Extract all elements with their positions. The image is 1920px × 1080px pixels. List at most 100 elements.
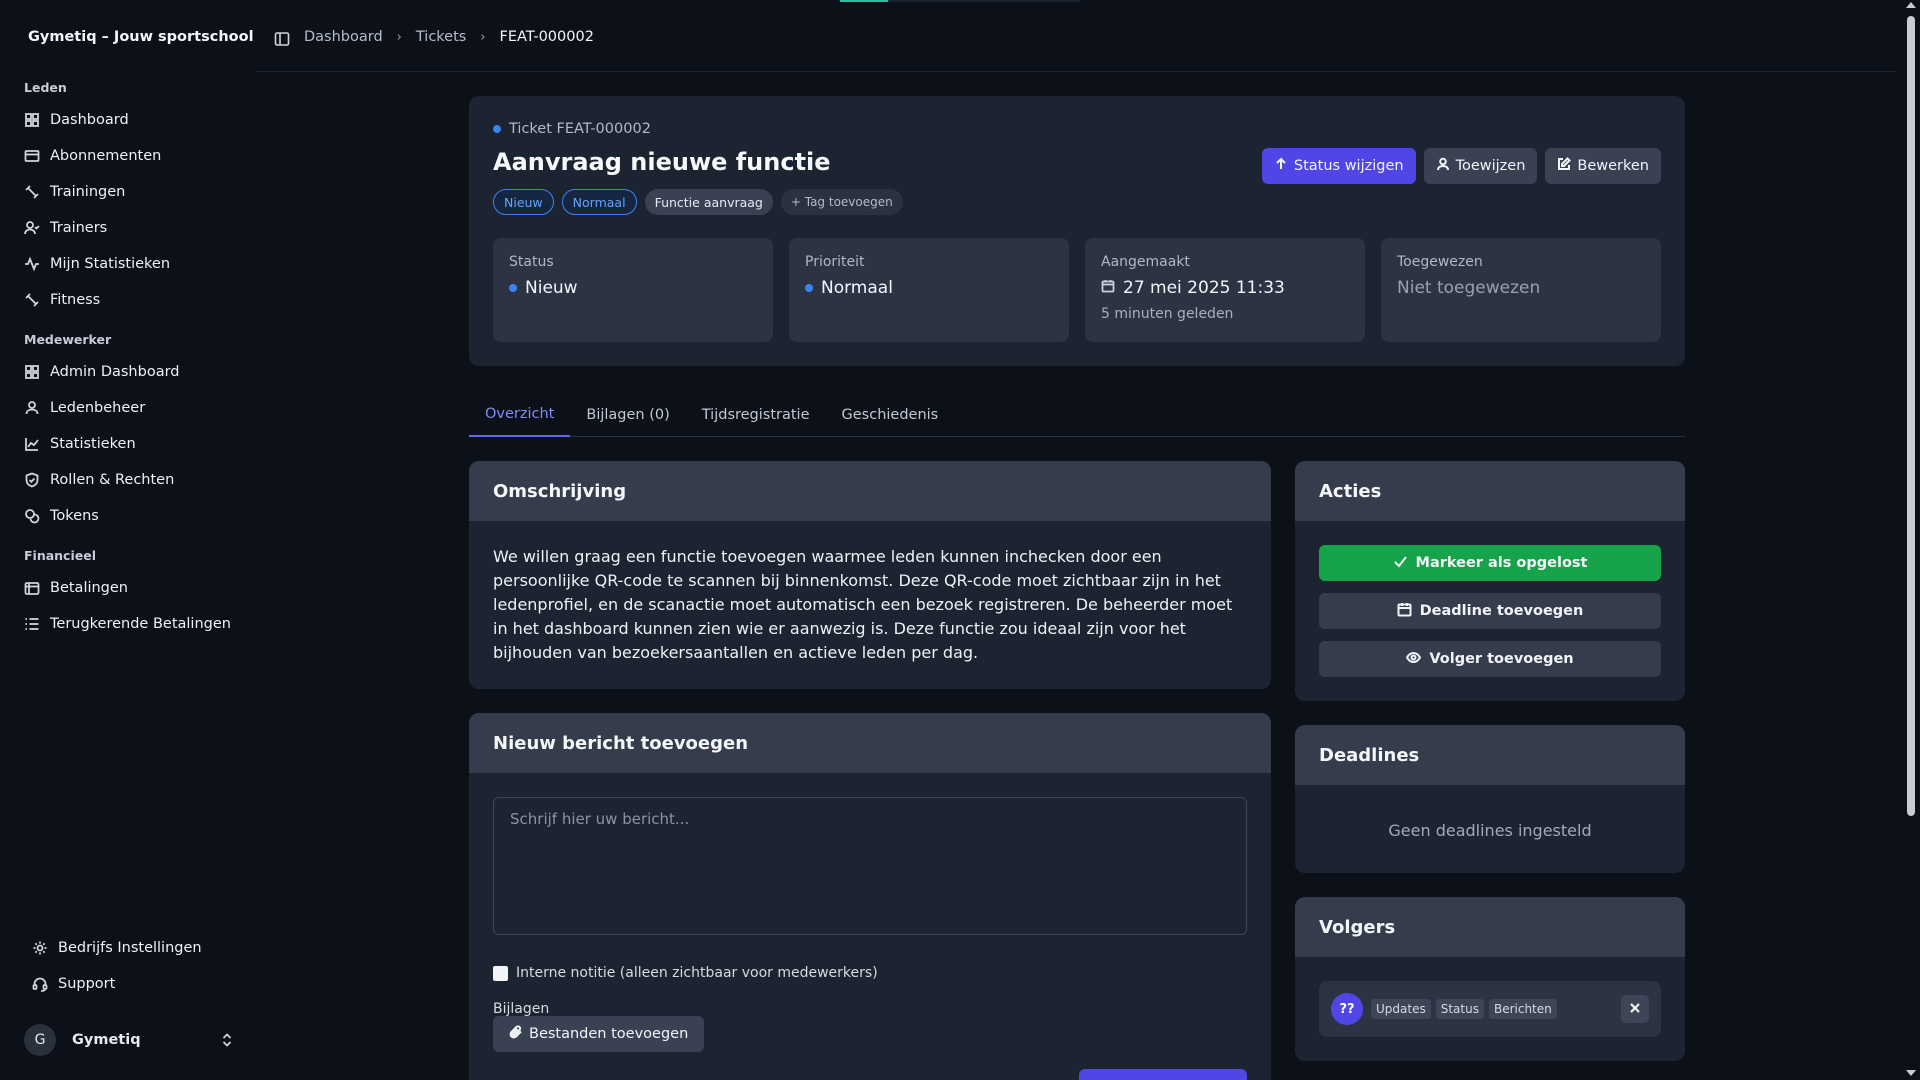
info-assigned: Toegewezen Niet toegewezen [1381, 238, 1661, 342]
add-files-button[interactable]: Bestanden toevoegen [493, 1016, 705, 1052]
description-title: Omschrijving [469, 461, 1271, 521]
chevron-right-icon: › [396, 29, 402, 45]
headset-icon [32, 976, 48, 992]
breadcrumb-tickets[interactable]: Tickets [416, 29, 466, 45]
avatar: G [24, 1024, 56, 1056]
tab-tijdsregistratie[interactable]: Tijdsregistratie [686, 392, 826, 437]
sidebar-item-label: Dashboard [50, 112, 129, 128]
user-icon [1436, 157, 1450, 175]
ticket-info-grid: Status Nieuw Prioriteit Normaal Aangemaa… [493, 238, 1661, 342]
calendar-icon [1101, 278, 1115, 298]
sidebar-item-label: Rollen & Rechten [50, 472, 175, 488]
breadcrumb: Dashboard › Tickets › FEAT-000002 [304, 29, 594, 45]
info-assigned-label: Toegewezen [1397, 254, 1483, 270]
info-status: Status Nieuw [493, 238, 773, 342]
sidebar-item-dashboard[interactable]: Dashboard [24, 107, 129, 133]
follower-item: ?? Updates Status Berichten [1319, 981, 1661, 1037]
sidebar-item-label: Bedrijfs Instellingen [58, 940, 202, 956]
add-deadline-label: Deadline toevoegen [1419, 603, 1584, 619]
eye-icon [1406, 650, 1422, 669]
internal-note-checkbox[interactable] [493, 965, 508, 981]
paperclip-icon [509, 1025, 523, 1043]
change-status-button[interactable]: Status wijzigen [1261, 148, 1416, 184]
send-message-button[interactable] [1079, 1069, 1247, 1080]
deadlines-title: Deadlines [1295, 725, 1685, 785]
info-priority-value: Normaal [805, 278, 1053, 298]
status-badge: Nieuw [493, 189, 554, 215]
info-priority-label: Prioriteit [805, 254, 865, 270]
tab-bijlagen[interactable]: Bijlagen (0) [570, 392, 685, 437]
info-created: Aangemaakt 27 mei 2025 11:33 5 minuten g… [1085, 238, 1365, 342]
info-assigned-value: Niet toegewezen [1397, 278, 1541, 298]
info-status-value: Nieuw [509, 278, 757, 298]
section-medewerker: Medewerker [24, 332, 112, 347]
deadlines-empty: Geen deadlines ingesteld [1388, 821, 1592, 840]
sidebar-item-label: Betalingen [50, 580, 129, 596]
sidebar-item-mijn-statistieken[interactable]: Mijn Statistieken [24, 251, 170, 277]
tab-geschiedenis[interactable]: Geschiedenis [826, 392, 955, 437]
description-panel: Omschrijving We willen graag een functie… [469, 461, 1271, 689]
followers-panel: Volgers ?? Updates Status Berichten [1295, 897, 1685, 1061]
actions-panel: Acties Markeer als opgelost Deadline toe… [1295, 461, 1685, 701]
tab-overzicht[interactable]: Overzicht [469, 392, 571, 437]
ticket-id-label: Ticket FEAT-000002 [509, 121, 651, 137]
change-status-label: Status wijzigen [1293, 158, 1404, 174]
status-value-text: Nieuw [525, 278, 578, 298]
add-follower-label: Volger toevoegen [1429, 651, 1574, 667]
tag-list: Nieuw Normaal Functie aanvraag + Tag toe… [493, 189, 903, 215]
add-deadline-button[interactable]: Deadline toevoegen [1319, 593, 1661, 629]
user-icon [24, 400, 40, 416]
followers-title: Volgers [1295, 897, 1685, 957]
add-follower-button[interactable]: Volger toevoegen [1319, 641, 1661, 677]
sidebar-toggle-icon[interactable] [274, 31, 290, 47]
sidebar-item-label: Mijn Statistieken [50, 256, 171, 272]
edit-button[interactable]: Bewerken [1545, 148, 1661, 184]
sidebar-item-ledenbeheer[interactable]: Ledenbeheer [24, 395, 145, 421]
created-relative: 5 minuten geleden [1101, 306, 1234, 322]
sidebar-item-fitness[interactable]: Fitness [24, 287, 100, 313]
coins-icon [24, 508, 40, 524]
edit-label: Bewerken [1577, 158, 1649, 174]
sidebar-item-label: Support [58, 976, 116, 992]
section-financieel: Financieel [24, 548, 96, 563]
sidebar-item-support[interactable]: Support [32, 971, 115, 997]
remove-follower-button[interactable] [1621, 995, 1649, 1023]
message-input[interactable] [493, 797, 1247, 935]
sidebar-item-trainers[interactable]: Trainers [24, 215, 107, 241]
info-created-value: 27 mei 2025 11:33 [1101, 278, 1349, 298]
sidebar-item-admin-dashboard[interactable]: Admin Dashboard [24, 359, 180, 385]
sidebar-item-label: Admin Dashboard [50, 364, 180, 380]
scroll-down-arrow[interactable] [1906, 1070, 1916, 1076]
scrollbar-thumb[interactable] [1907, 16, 1915, 816]
sidebar-item-betalingen[interactable]: Betalingen [24, 575, 128, 601]
top-header: Dashboard › Tickets › FEAT-000002 [256, 0, 1896, 72]
breadcrumb-dashboard[interactable]: Dashboard [304, 29, 383, 45]
sidebar-item-rollen-rechten[interactable]: Rollen & Rechten [24, 467, 174, 493]
mark-resolved-button[interactable]: Markeer als opgelost [1319, 545, 1661, 581]
sidebar-item-abonnementen[interactable]: Abonnementen [24, 143, 161, 169]
check-icon [1393, 554, 1408, 573]
subscription-badge: Berichten [1488, 999, 1557, 1019]
sidebar-item-label: Trainingen [50, 184, 126, 200]
priority-badge: Normaal [561, 189, 637, 215]
ticket-tabs: Overzicht Bijlagen (0) Tijdsregistratie … [469, 392, 1685, 437]
ticket-id: Ticket FEAT-000002 [493, 121, 651, 137]
page-scrollbar[interactable] [1902, 0, 1920, 1080]
sidebar-item-terugkerende-betalingen[interactable]: Terugkerende Betalingen [24, 611, 231, 637]
assign-button[interactable]: Toewijzen [1423, 148, 1538, 184]
sidebar-item-statistieken[interactable]: Statistieken [24, 431, 136, 457]
user-menu[interactable]: G Gymetiq [24, 1024, 234, 1056]
shield-icon [24, 472, 40, 488]
avatar: ?? [1331, 993, 1363, 1025]
calendar-icon [1397, 602, 1412, 621]
chevron-right-icon: › [480, 29, 486, 45]
internal-note-toggle[interactable]: Interne notitie (alleen zichtbaar voor m… [493, 965, 878, 981]
sidebar-item-label: Tokens [50, 508, 99, 524]
sidebar-item-tokens[interactable]: Tokens [24, 503, 99, 529]
scroll-up-arrow[interactable] [1906, 2, 1916, 8]
add-tag-button[interactable]: + Tag toevoegen [780, 189, 903, 215]
sidebar-item-trainingen[interactable]: Trainingen [24, 179, 125, 205]
activity-icon [24, 256, 40, 272]
sidebar-item-bedrijfs-instellingen[interactable]: Bedrijfs Instellingen [32, 935, 202, 961]
actions-title: Acties [1295, 461, 1685, 521]
